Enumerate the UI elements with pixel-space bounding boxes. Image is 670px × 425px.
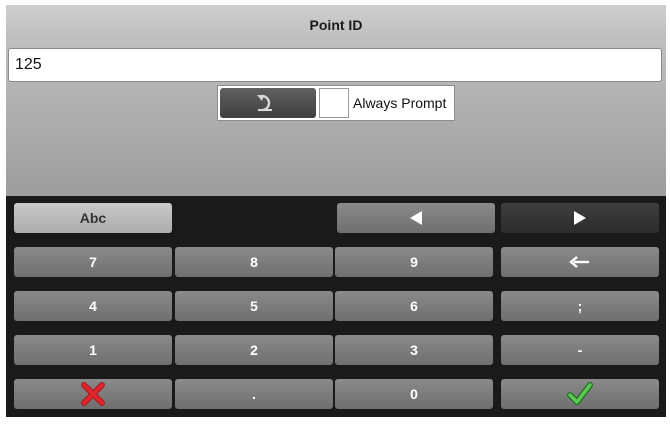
backspace-button[interactable]	[501, 247, 659, 277]
dialog-title: Point ID	[309, 17, 363, 33]
cancel-button[interactable]	[14, 379, 172, 409]
green-check-icon	[567, 382, 593, 405]
key-0[interactable]: 0	[335, 379, 493, 409]
key-7[interactable]: 7	[14, 247, 172, 277]
key-5[interactable]: 5	[175, 291, 333, 321]
ok-button[interactable]	[501, 379, 659, 409]
key-2[interactable]: 2	[175, 335, 333, 365]
triangle-right-icon	[574, 211, 586, 225]
key-semicolon[interactable]: ;	[501, 291, 659, 321]
key-8[interactable]: 8	[175, 247, 333, 277]
key-9[interactable]: 9	[335, 247, 493, 277]
cursor-left-button[interactable]	[337, 203, 495, 233]
numeric-keypad: Abc 7 8 9 4 5 6 ; 1 2 3 - . 0	[6, 196, 666, 417]
key-1[interactable]: 1	[14, 335, 172, 365]
triangle-left-icon	[410, 211, 422, 225]
abc-mode-button[interactable]: Abc	[14, 203, 172, 233]
cursor-right-button[interactable]	[501, 203, 659, 233]
key-4[interactable]: 4	[14, 291, 172, 321]
input-dialog: Point ID 125 Always Prompt	[6, 5, 666, 196]
key-3[interactable]: 3	[335, 335, 493, 365]
undo-button[interactable]	[220, 88, 316, 118]
red-x-icon	[81, 382, 105, 406]
point-id-input[interactable]: 125	[8, 48, 662, 82]
key-dot[interactable]: .	[175, 379, 333, 409]
always-prompt-checkbox[interactable]	[319, 88, 349, 118]
always-prompt-label: Always Prompt	[353, 95, 447, 111]
undo-icon	[257, 94, 272, 112]
always-prompt-group: Always Prompt	[217, 85, 455, 121]
key-dash[interactable]: -	[501, 335, 659, 365]
backspace-arrow-icon	[569, 256, 589, 268]
key-6[interactable]: 6	[335, 291, 493, 321]
